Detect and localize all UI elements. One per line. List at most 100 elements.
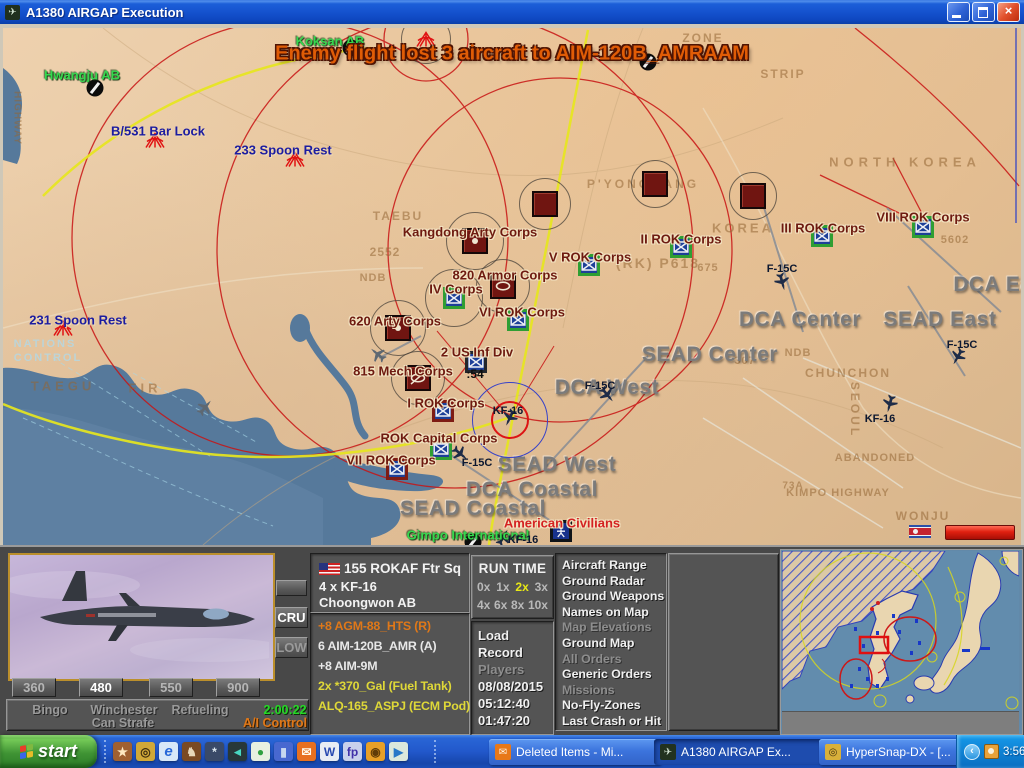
throttle-blank-button[interactable]: [276, 580, 307, 596]
game-icon[interactable]: ♞: [182, 742, 201, 761]
menu-item-generic-orders[interactable]: Generic Orders: [562, 667, 652, 681]
session-record[interactable]: Record: [478, 645, 523, 660]
enemy-unit-icon[interactable]: [642, 171, 668, 197]
run-speed-0x[interactable]: 0x: [477, 580, 490, 594]
menu-item-names-on-map[interactable]: Names on Map: [562, 605, 649, 619]
menu-item-last-crash-or-hit[interactable]: Last Crash or Hit: [562, 714, 661, 728]
session-05-12-40: 05:12:40: [478, 696, 530, 711]
menu-item-missions[interactable]: Missions: [562, 683, 615, 697]
speed-button-900[interactable]: 900: [216, 678, 260, 697]
run-speed-2x[interactable]: 2x: [515, 580, 528, 594]
zone-label-sead-east: SEAD East: [883, 308, 996, 332]
taskbar-window-hypersnap-dx[interactable]: ◎HyperSnap-DX - [...: [819, 739, 966, 765]
unit-label-v-rok-corps: V ROK Corps: [549, 250, 631, 265]
control-panel: 360480550900 Bingo Winchester Refueling …: [0, 545, 1024, 737]
swirl-icon[interactable]: ●: [251, 742, 270, 761]
airbase-label-hwangju-ab: Hwangju AB: [44, 68, 120, 83]
media-player-icon[interactable]: ▶: [389, 742, 408, 761]
menu-item-ground-map[interactable]: Ground Map: [562, 636, 634, 650]
restore-button[interactable]: [972, 2, 995, 22]
unit-label-620-arty-corps: 620 Arty Corps: [349, 314, 441, 329]
map-text: ABANDONED: [835, 452, 916, 464]
radar-label-231-spoon-rest: 231 Spoon Rest: [29, 313, 127, 328]
run-speed-3x[interactable]: 3x: [535, 580, 548, 594]
menu-item-all-orders[interactable]: All Orders: [562, 652, 621, 666]
window-title: A1380 AIRGAP Execution: [26, 5, 947, 20]
minimap-footer: [782, 711, 1019, 734]
taskbar-window-a1380-airgap-ex[interactable]: ✈A1380 AIRGAP Ex...: [654, 739, 826, 765]
squadron-name: 155 ROKAF Ftr Sq: [344, 561, 461, 576]
unit-label-820-armor-corps: 820 Armor Corps: [453, 268, 558, 283]
taskbar: start ★◎e♞*◄●▮✉Wfp◉▶ ✉Deleted Items - Mi…: [0, 735, 1024, 768]
enemy-unit-icon[interactable]: [740, 183, 766, 209]
north-korea-flag-icon: [909, 525, 931, 538]
session-players[interactable]: Players: [478, 662, 524, 677]
arrow-icon[interactable]: ◄: [228, 742, 247, 761]
aircraft-image: [10, 555, 269, 675]
map-text: STRIP: [760, 67, 805, 81]
run-speed-6x[interactable]: 6x: [494, 598, 507, 612]
stars-icon[interactable]: *: [205, 742, 224, 761]
speed-button-480[interactable]: 480: [79, 678, 123, 697]
internet-explorer-icon[interactable]: e: [159, 742, 178, 761]
map-text: WONJU: [896, 509, 951, 523]
session-load[interactable]: Load: [478, 628, 509, 643]
loadout-item: 2x *370_Gal (Fuel Tank): [318, 679, 452, 693]
aircraft-label-f-15c: F-15C: [947, 339, 978, 351]
run-speed-10x[interactable]: 10x: [528, 598, 548, 612]
tray-clock-icon[interactable]: [984, 744, 999, 759]
map-text: CHUNCHON: [805, 366, 891, 380]
speed-button-360[interactable]: 360: [12, 678, 56, 697]
menu-item-map-elevations[interactable]: Map Elevations: [562, 620, 652, 634]
menu-item-ground-weapons[interactable]: Ground Weapons: [562, 589, 664, 603]
aircraft-label-f-15c: F-15C: [462, 457, 493, 469]
menu-item-aircraft-range[interactable]: Aircraft Range: [562, 558, 647, 572]
map-text: NATIONS: [14, 338, 77, 350]
aircraft-label-f-15c: F-15C: [767, 263, 798, 275]
minimize-button[interactable]: [947, 2, 970, 22]
system-tray: ‹ 3:56 PM: [956, 735, 1024, 768]
session-08-08-2015: 08/08/2015: [478, 679, 543, 694]
zone-label-dca-center: DCA Center: [739, 308, 861, 332]
frontpage-icon[interactable]: fp: [343, 742, 362, 761]
minimap[interactable]: [780, 549, 1023, 735]
run-speed-4x[interactable]: 4x: [477, 598, 490, 612]
throttle-low-button[interactable]: LOW: [275, 637, 308, 658]
radar-label-b-531-bar-lock: B/531 Bar Lock: [111, 124, 205, 139]
squadron-base: Choongwon AB: [319, 595, 416, 610]
menu-item-no-fly-zones[interactable]: No-Fly-Zones: [562, 698, 641, 712]
run-time-title: RUN TIME: [472, 556, 553, 576]
run-speed-1x[interactable]: 1x: [496, 580, 509, 594]
menu-item-ground-radar[interactable]: Ground Radar: [562, 574, 645, 588]
loadout-item: +8 AIM-9M: [318, 659, 377, 673]
glass-icon[interactable]: ▮: [274, 742, 293, 761]
hypersnap-icon[interactable]: ◎: [136, 742, 155, 761]
speed-button-550[interactable]: 550: [149, 678, 193, 697]
start-button[interactable]: start: [0, 735, 97, 768]
f-15c-icon[interactable]: [773, 273, 791, 296]
taskbar-window-deleted-items-mi[interactable]: ✉Deleted Items - Mi...: [489, 739, 661, 765]
title-bar[interactable]: ✈ A1380 AIRGAP Execution ×: [0, 0, 1024, 24]
unit-label-815-mech-corps: 815 Mech Corps: [353, 364, 453, 379]
clock-icon[interactable]: ◉: [366, 742, 385, 761]
can-strafe-label: Can Strafe: [92, 716, 155, 730]
unit-label-rok-capital-corps: ROK Capital Corps: [380, 431, 497, 446]
enemy-unit-icon[interactable]: [532, 191, 558, 217]
taskbar-separator[interactable]: [434, 740, 439, 763]
painter-icon[interactable]: ★: [113, 742, 132, 761]
map-viewport[interactable]: NORTH KOREAP'YONGGANG(RK) P618TAEBU2552N…: [3, 28, 1021, 545]
aircraft-label-kf-16: KF-16: [865, 413, 896, 425]
throttle-cru-button[interactable]: CRU: [275, 607, 308, 628]
map-text: FIR: [129, 381, 162, 396]
tray-chevron-icon[interactable]: ‹: [964, 744, 980, 760]
refueling-label: Refueling: [172, 703, 229, 717]
close-button[interactable]: ×: [997, 2, 1020, 22]
word-icon[interactable]: W: [320, 742, 339, 761]
minimap-graphics: [782, 551, 1019, 711]
run-speed-8x[interactable]: 8x: [511, 598, 524, 612]
taskbar-separator[interactable]: [104, 740, 109, 763]
aircraft-icon[interactable]: [196, 399, 214, 422]
squadron-strength: 4 x KF-16: [319, 579, 377, 594]
outlook-icon[interactable]: ✉: [297, 742, 316, 761]
window-button-label: HyperSnap-DX - [...: [846, 745, 951, 759]
